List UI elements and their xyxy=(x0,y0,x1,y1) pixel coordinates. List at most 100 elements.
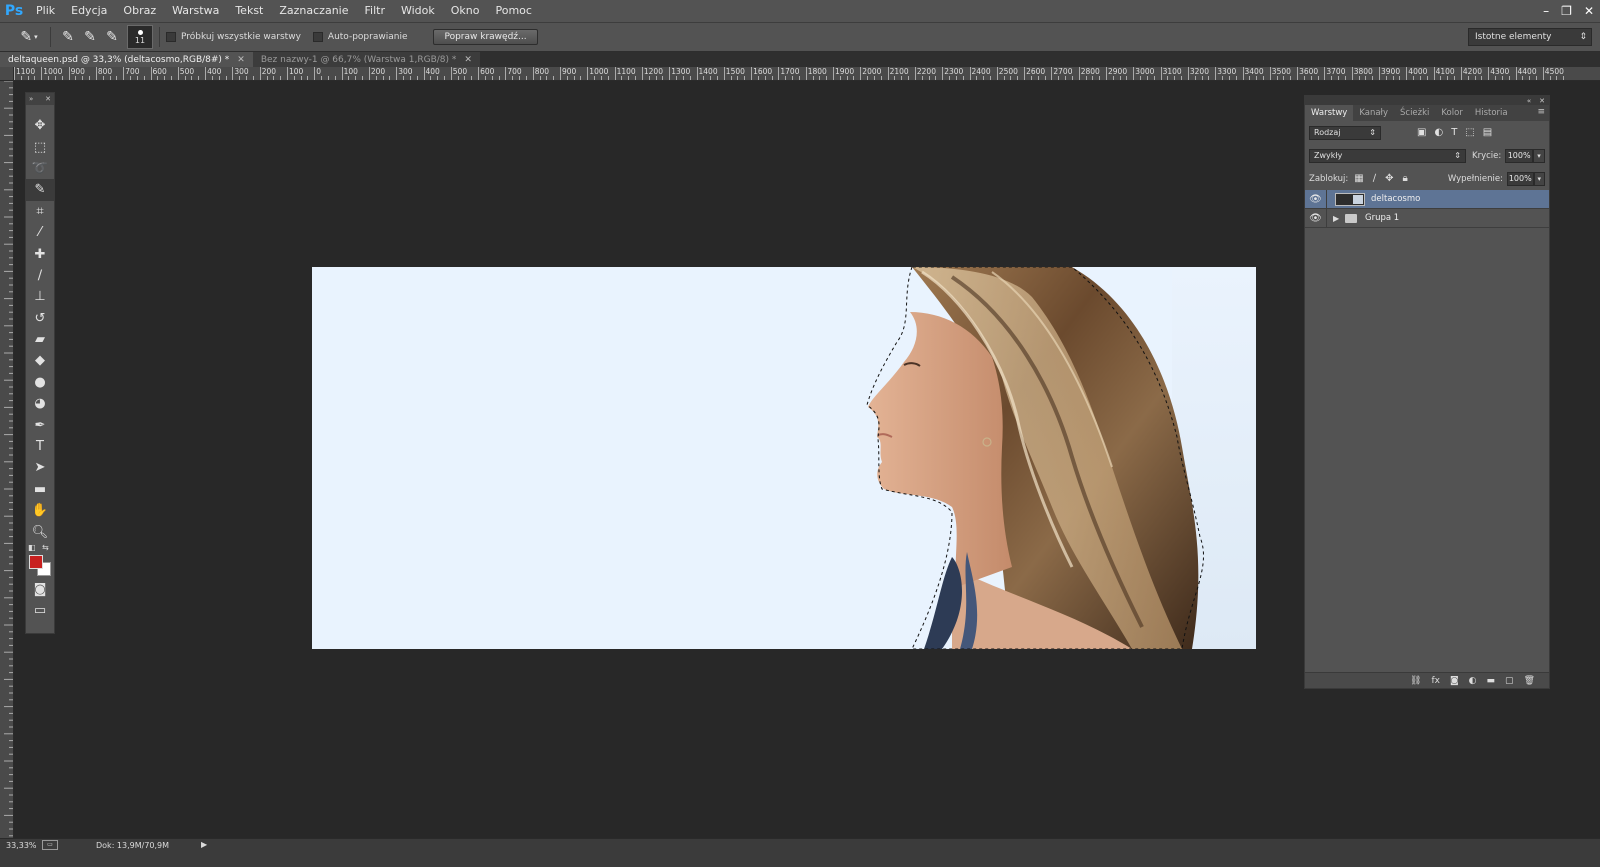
screen-mode-icon[interactable]: ▭ xyxy=(26,600,54,621)
ruler-vertical[interactable] xyxy=(0,81,14,838)
layer-filter-select[interactable]: Rodzaj ⇕ xyxy=(1309,125,1381,140)
close-icon[interactable]: ✕ xyxy=(45,95,51,103)
menu-edycja[interactable]: Edycja xyxy=(63,0,115,22)
layer-deltacosmo[interactable]: 👁︎ deltacosmo xyxy=(1305,189,1549,209)
opacity-input[interactable]: 100% xyxy=(1505,148,1534,163)
tab-bez-nazwy[interactable]: Bez nazwy-1 @ 66,7% (Warstwa 1,RGB/8) * … xyxy=(252,52,480,67)
toolbox-header[interactable]: » ✕ xyxy=(26,93,54,105)
adjustment-filter-icon[interactable]: ◐ xyxy=(1434,127,1443,138)
eye-icon[interactable]: 👁︎ xyxy=(1305,208,1327,228)
opacity-chevron-icon[interactable]: ▾ xyxy=(1533,148,1545,163)
dodge-tool-icon[interactable]: ◕ xyxy=(26,393,54,414)
lock-position-icon[interactable]: ✥ xyxy=(1385,173,1393,184)
minimize-icon[interactable]: – xyxy=(1543,4,1549,18)
tab-kanaly[interactable]: Kanały xyxy=(1353,105,1394,121)
fx-icon[interactable]: fx xyxy=(1431,676,1440,686)
blend-mode-select[interactable]: Zwykły ⇕ xyxy=(1309,148,1466,163)
ruler-minor-tick xyxy=(252,76,254,80)
toolbox-grip[interactable] xyxy=(26,105,54,115)
ruler-horizontal[interactable]: 1100 1000 900 800 700 600 500 400 300 200 100 0 100 2… xyxy=(14,67,1600,81)
sample-all-layers-checkbox[interactable] xyxy=(166,32,176,42)
collapse-icon[interactable]: » xyxy=(29,95,33,103)
blur-tool-icon[interactable]: ● xyxy=(26,372,54,393)
rectangle-tool-icon[interactable]: ▬ xyxy=(26,479,54,500)
paint-bucket-tool-icon[interactable]: ◆ xyxy=(26,350,54,371)
zoom-toggle-icon[interactable]: ▭ xyxy=(42,840,58,850)
new-selection-brush-icon[interactable]: ✎ xyxy=(57,26,79,48)
smart-object-filter-icon[interactable]: ▤ xyxy=(1483,127,1492,138)
tab-historia[interactable]: Historia xyxy=(1469,105,1514,121)
tab-deltaqueen[interactable]: deltaqueen.psd @ 33,3% (deltacosmo,RGB/8… xyxy=(0,52,253,67)
default-colors-icon[interactable]: ◧ xyxy=(28,543,36,552)
status-menu-arrow-icon[interactable]: ▶ xyxy=(201,840,207,849)
swap-colors-icon[interactable]: ⇆ xyxy=(42,543,49,552)
add-mask-icon[interactable]: ◙ xyxy=(1450,676,1459,686)
menu-warstwa[interactable]: Warstwa xyxy=(164,0,227,22)
new-adjustment-icon[interactable]: ◐ xyxy=(1469,676,1477,686)
tab-kolor[interactable]: Kolor xyxy=(1435,105,1468,121)
close-tab-icon[interactable]: ✕ xyxy=(464,55,472,65)
pen-tool-icon[interactable]: ✒ xyxy=(26,414,54,435)
tab-sciezki[interactable]: Ścieżki xyxy=(1394,105,1435,121)
lock-transparent-icon[interactable]: ▦ xyxy=(1354,173,1363,184)
link-layers-icon[interactable]: ⛓︎ xyxy=(1410,676,1421,686)
crop-tool-icon[interactable]: ⌗ xyxy=(26,201,54,222)
expand-triangle-icon[interactable]: ▶ xyxy=(1333,214,1343,223)
panel-menu-icon[interactable]: ≡ xyxy=(1537,107,1545,117)
brush-size-picker[interactable]: 11 xyxy=(127,25,153,49)
fill-label: Wypełnienie: xyxy=(1447,173,1503,184)
tab-warstwy[interactable]: Warstwy xyxy=(1305,105,1354,121)
zoom-tool-icon[interactable]: 🔍︎ xyxy=(26,521,54,542)
eye-icon[interactable]: 👁︎ xyxy=(1305,189,1327,209)
shape-filter-icon[interactable]: ⬚ xyxy=(1465,127,1474,138)
lock-image-icon[interactable]: ∕ xyxy=(1373,173,1376,184)
quick-mask-icon[interactable]: ◙ xyxy=(26,579,54,600)
quick-selection-tool-icon[interactable]: ✎ xyxy=(26,179,54,201)
menu-obraz[interactable]: Obraz xyxy=(115,0,164,22)
lock-all-icon[interactable]: 🔒︎ xyxy=(1402,173,1407,184)
path-selection-tool-icon[interactable]: ➤ xyxy=(26,457,54,478)
new-layer-icon[interactable]: ▢ xyxy=(1505,676,1514,686)
marquee-tool-icon[interactable]: ⬚ xyxy=(26,136,54,157)
collapse-icon[interactable]: « xyxy=(1527,97,1531,105)
delete-layer-icon[interactable]: 🗑︎ xyxy=(1524,676,1535,686)
zoom-level[interactable]: 33,33% xyxy=(6,841,37,850)
type-tool-icon[interactable]: T xyxy=(26,436,54,457)
document-canvas[interactable] xyxy=(312,267,1256,649)
menu-zaznaczanie[interactable]: Zaznaczanie xyxy=(271,0,356,22)
menu-widok[interactable]: Widok xyxy=(393,0,443,22)
move-tool-icon[interactable]: ✥ xyxy=(26,115,54,136)
menu-plik[interactable]: Plik xyxy=(28,0,63,22)
menu-pomoc[interactable]: Pomoc xyxy=(488,0,540,22)
close-icon[interactable]: ✕ xyxy=(1584,4,1594,18)
type-filter-icon[interactable]: T xyxy=(1451,127,1457,138)
eraser-tool-icon[interactable]: ▰ xyxy=(26,329,54,350)
eyedropper-tool-icon[interactable]: ⁄ xyxy=(26,222,54,243)
menu-okno[interactable]: Okno xyxy=(443,0,488,22)
clone-stamp-tool-icon[interactable]: ⊥ xyxy=(26,286,54,307)
auto-enhance-checkbox[interactable] xyxy=(312,32,323,42)
foreground-color-swatch[interactable] xyxy=(29,554,43,569)
refine-edge-button[interactable]: Popraw krawędź... xyxy=(433,29,538,45)
restore-icon[interactable]: ❐ xyxy=(1561,4,1572,18)
subtract-from-selection-brush-icon[interactable]: ✎ xyxy=(101,26,123,48)
new-group-icon[interactable]: ▬ xyxy=(1487,676,1496,686)
layer-thumbnail[interactable] xyxy=(1335,192,1365,206)
add-to-selection-brush-icon[interactable]: ✎ xyxy=(79,26,101,48)
workspace-select[interactable]: Istotne elementy ⇕ xyxy=(1468,28,1592,46)
tool-preset-picker-icon[interactable]: ✎ ▾ xyxy=(14,26,44,48)
fill-input[interactable]: 100% xyxy=(1506,171,1534,186)
ruler-tick xyxy=(1406,67,1408,80)
history-brush-tool-icon[interactable]: ↺ xyxy=(26,308,54,329)
menu-filtr[interactable]: Filtr xyxy=(357,0,393,22)
fill-chevron-icon[interactable]: ▾ xyxy=(1533,171,1545,186)
close-tab-icon[interactable]: ✕ xyxy=(237,55,245,65)
close-icon[interactable]: ✕ xyxy=(1539,97,1545,105)
hand-tool-icon[interactable]: ✋ xyxy=(26,500,54,521)
layer-grupa-1[interactable]: 👁︎ ▶ Grupa 1 xyxy=(1305,208,1549,228)
healing-brush-tool-icon[interactable]: ✚ xyxy=(26,243,54,264)
brush-tool-icon[interactable]: ∕ xyxy=(26,265,54,286)
menu-tekst[interactable]: Tekst xyxy=(227,0,271,22)
lasso-tool-icon[interactable]: ➰ xyxy=(26,158,54,179)
pixel-filter-icon[interactable]: ▣ xyxy=(1417,127,1426,138)
